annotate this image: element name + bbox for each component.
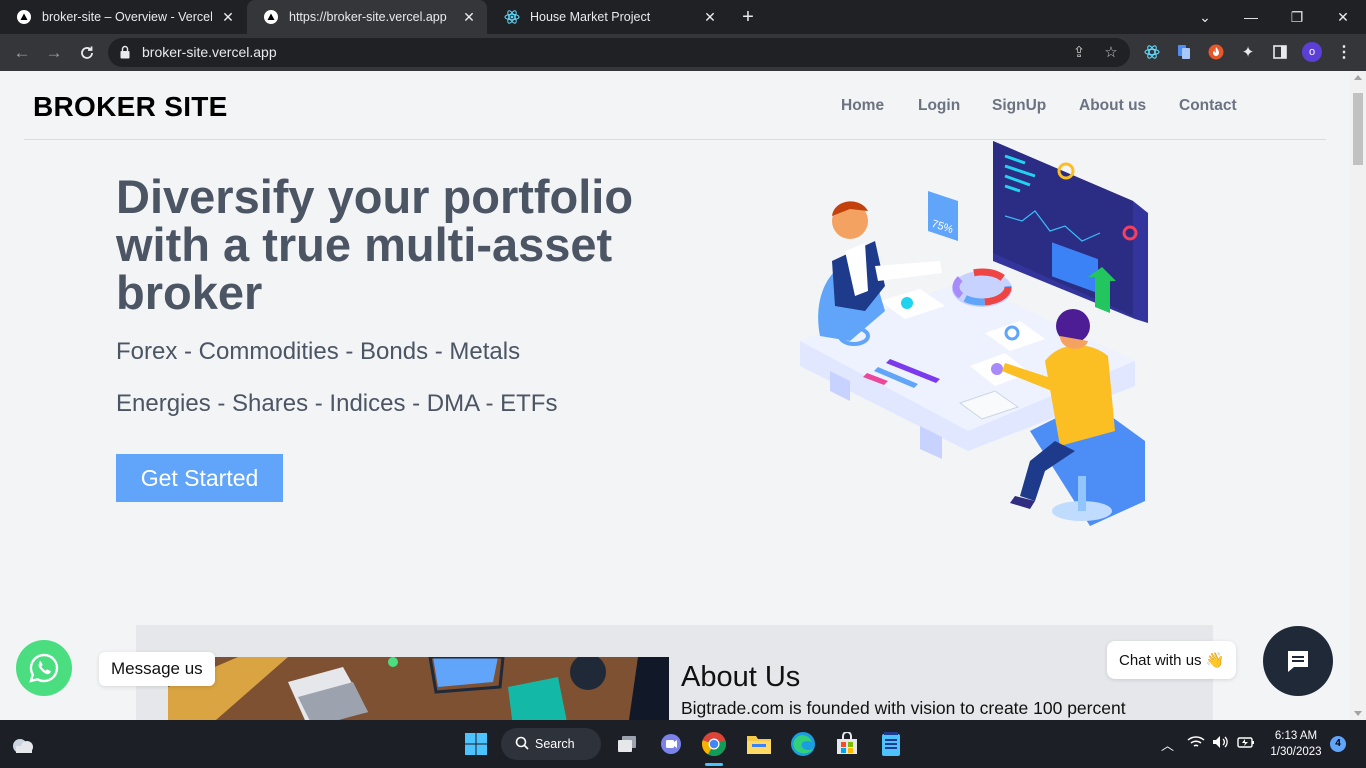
nav-signup-link[interactable]: SignUp: [992, 97, 1046, 115]
url-text: broker-site.vercel.app: [142, 44, 277, 60]
get-started-button[interactable]: Get Started: [116, 454, 283, 502]
windows-start-icon[interactable]: [461, 729, 491, 759]
show-hidden-icons-chevron[interactable]: ︿: [1161, 735, 1174, 754]
forward-icon[interactable]: →: [43, 42, 65, 64]
wifi-icon[interactable]: [1187, 735, 1205, 752]
more-menu-icon[interactable]: ⋮: [1334, 42, 1354, 62]
chat-label[interactable]: Chat with us 👋: [1107, 641, 1237, 679]
profile-avatar[interactable]: o: [1302, 42, 1322, 62]
browser-toolbar: ← → broker-site.vercel.app ⇪ ☆ ✦ o ⋮: [0, 34, 1366, 71]
reload-icon[interactable]: [76, 42, 98, 64]
react-devtools-icon[interactable]: [1142, 42, 1162, 62]
volume-icon[interactable]: [1212, 735, 1230, 752]
about-text: Bigtrade.com is founded with vision to c…: [681, 698, 1126, 718]
about-team-photo: [168, 657, 669, 720]
tab-vercel-overview[interactable]: broker-site – Overview - Vercel ✕: [0, 0, 246, 34]
scroll-down-icon[interactable]: [1354, 711, 1362, 716]
tab-title: https://broker-site.vercel.app: [289, 10, 447, 24]
address-bar[interactable]: broker-site.vercel.app ⇪ ☆: [108, 38, 1130, 67]
browser-tab-strip: broker-site – Overview - Vercel ✕ https:…: [0, 0, 1366, 34]
taskbar-search-button[interactable]: Search: [501, 728, 601, 760]
hero-illustration: 75%: [790, 141, 1160, 526]
notepad-icon[interactable]: [876, 729, 906, 759]
whatsapp-label[interactable]: Message us: [99, 652, 215, 686]
edge-icon[interactable]: [788, 729, 818, 759]
lock-icon[interactable]: [120, 45, 130, 59]
chrome-icon[interactable]: [699, 729, 729, 766]
tab-house-market[interactable]: House Market Project ✕: [488, 0, 728, 34]
chat-bubble-icon: [1288, 651, 1308, 672]
react-icon: [504, 9, 520, 25]
hero-title: Diversify your portfolio with a true mul…: [116, 170, 634, 319]
task-view-icon[interactable]: [612, 729, 642, 759]
vercel-triangle-icon: [263, 9, 279, 25]
search-icon: [515, 736, 529, 753]
nav-about-link[interactable]: About us: [1079, 97, 1146, 115]
share-icon[interactable]: ⇪: [1069, 43, 1089, 61]
weather-cloud-icon[interactable]: [8, 729, 38, 759]
clock-time: 6:13 AM: [1274, 730, 1318, 742]
minimize-icon[interactable]: —: [1228, 0, 1274, 34]
scroll-up-icon[interactable]: [1354, 75, 1362, 80]
web-page: BROKER SITE Home Login SignUp About us C…: [0, 71, 1350, 720]
close-tab-icon[interactable]: ✕: [461, 9, 477, 25]
whatsapp-button[interactable]: [16, 640, 72, 696]
hero-asset-line-1: Forex - Commodities - Bonds - Metals: [116, 338, 521, 365]
windows-taskbar: Search ︿ 6:13 AM 1/30/2023 4: [0, 720, 1366, 768]
tab-title: broker-site – Overview - Vercel: [42, 10, 212, 24]
microsoft-store-icon[interactable]: [832, 729, 862, 759]
nav-contact-link[interactable]: Contact: [1179, 97, 1237, 115]
nav-home-link[interactable]: Home: [841, 97, 884, 115]
extensions-puzzle-icon[interactable]: ✦: [1238, 42, 1258, 62]
back-icon[interactable]: ←: [11, 42, 33, 64]
whatsapp-icon: [29, 653, 59, 683]
firebase-extension-icon[interactable]: [1206, 42, 1226, 62]
page-scrollbar[interactable]: [1350, 71, 1366, 720]
about-section: About Us Bigtrade.com is founded with vi…: [136, 625, 1213, 720]
restore-icon[interactable]: ❐: [1274, 0, 1320, 34]
close-tab-icon[interactable]: ✕: [220, 9, 236, 25]
tab-broker-site[interactable]: https://broker-site.vercel.app ✕: [247, 0, 487, 34]
vercel-triangle-icon: [16, 9, 32, 25]
search-label: Search: [535, 737, 575, 751]
notification-count-badge[interactable]: 4: [1330, 736, 1346, 752]
scrollbar-thumb[interactable]: [1353, 93, 1363, 165]
bookmark-star-icon[interactable]: ☆: [1101, 43, 1121, 61]
copy-extension-icon[interactable]: [1174, 42, 1194, 62]
close-tab-icon[interactable]: ✕: [702, 9, 718, 25]
about-heading: About Us: [681, 661, 801, 693]
file-explorer-icon[interactable]: [744, 729, 774, 759]
tab-search-chevron-icon[interactable]: ⌄: [1182, 0, 1228, 34]
teams-chat-icon[interactable]: [656, 729, 686, 759]
site-brand-logo[interactable]: BROKER SITE: [33, 91, 228, 123]
tab-title: House Market Project: [530, 10, 651, 24]
nav-login-link[interactable]: Login: [918, 97, 960, 115]
taskbar-clock[interactable]: 6:13 AM 1/30/2023: [1262, 728, 1330, 760]
close-window-icon[interactable]: ✕: [1320, 0, 1366, 34]
new-tab-icon[interactable]: +: [737, 6, 759, 29]
header-divider: [24, 139, 1326, 140]
chat-button[interactable]: [1263, 626, 1333, 696]
clock-date: 1/30/2023: [1270, 746, 1322, 758]
hero-asset-line-2: Energies - Shares - Indices - DMA - ETFs: [116, 390, 558, 417]
battery-icon[interactable]: [1237, 735, 1255, 752]
side-panel-icon[interactable]: [1270, 42, 1290, 62]
profile-initial: o: [1302, 42, 1322, 62]
